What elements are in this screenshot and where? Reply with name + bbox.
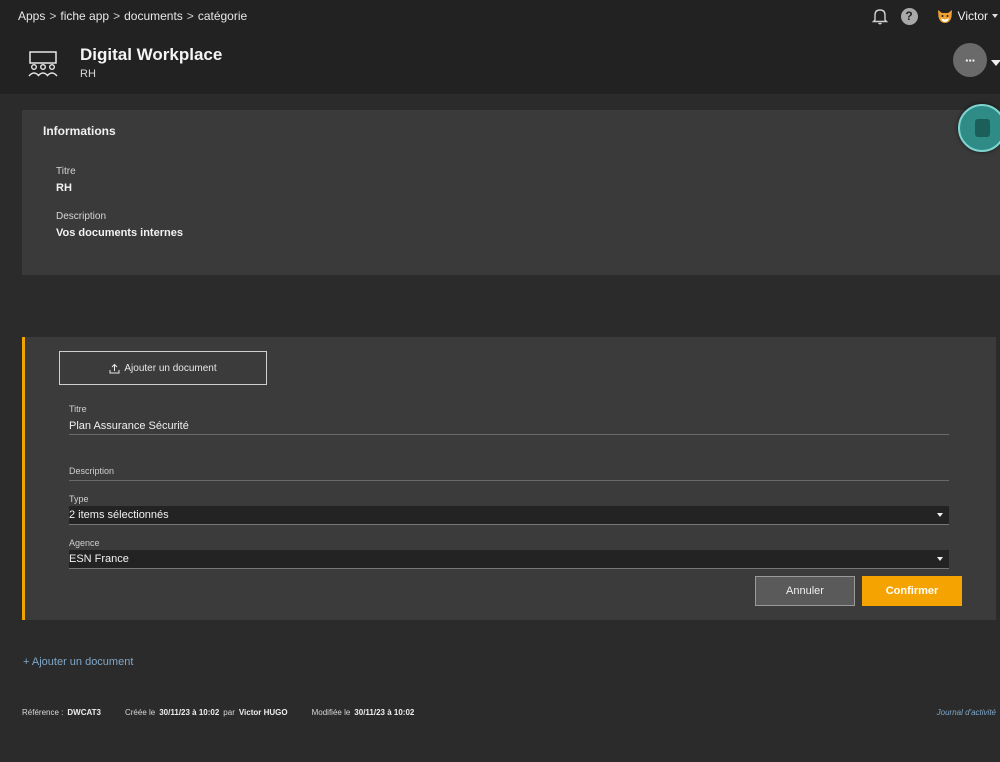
breadcrumb-documents[interactable]: documents — [124, 9, 183, 23]
page-subtitle: RH — [80, 68, 96, 80]
add-document-link[interactable]: + Ajouter un document — [23, 656, 133, 668]
agence-select-value: ESN France — [69, 553, 129, 565]
chevron-down-icon — [937, 513, 943, 517]
informations-card: Informations Titre RH Description Vos do… — [22, 110, 1000, 275]
created-by-label: par — [223, 708, 235, 717]
breadcrumb-separator: > — [49, 9, 57, 23]
cancel-button[interactable]: Annuler — [755, 576, 855, 606]
group-icon — [28, 51, 58, 77]
add-document-button[interactable]: Ajouter un document — [59, 351, 267, 385]
chevron-down-icon — [937, 557, 943, 561]
titre-label: Titre — [56, 166, 76, 177]
breadcrumb: Apps > fiche app > documents > catégorie — [18, 9, 247, 23]
breadcrumb-separator: > — [186, 9, 194, 23]
reference-value: DWCAT3 — [67, 708, 101, 717]
add-document-label: Ajouter un document — [124, 362, 217, 374]
reference-label: Référence : — [22, 708, 64, 717]
type-field-label: Type — [69, 494, 89, 504]
document-icon — [975, 119, 990, 137]
user-name[interactable]: Victor — [958, 9, 988, 23]
chevron-down-icon[interactable] — [992, 14, 998, 18]
created-label: Créée le — [124, 708, 156, 717]
description-value: Vos documents internes — [56, 227, 183, 239]
activity-log-link[interactable]: Journal d'activité — [937, 708, 996, 717]
created-value: 30/11/23 à 10:02 — [159, 708, 220, 717]
top-right-actions: ? Victor — [869, 5, 1000, 27]
informations-title: Informations — [43, 124, 116, 138]
footer-metadata: Référence : DWCAT3 Créée le 30/11/23 à 1… — [22, 708, 414, 717]
page-title: Digital Workplace — [80, 45, 223, 64]
created-by-value: Victor HUGO — [238, 708, 288, 717]
type-select[interactable]: 2 items sélectionnés — [69, 506, 949, 525]
help-icon[interactable]: ? — [900, 7, 918, 25]
description-input[interactable] — [69, 463, 949, 481]
breadcrumb-fiche-app[interactable]: fiche app — [60, 9, 109, 23]
breadcrumb-separator: > — [113, 9, 121, 23]
modified-value: 30/11/23 à 10:02 — [354, 708, 415, 717]
titre-input[interactable]: Plan Assurance Sécurité — [69, 417, 949, 435]
breadcrumb-apps[interactable]: Apps — [18, 9, 45, 23]
breadcrumb-categorie: catégorie — [197, 9, 248, 23]
agence-select[interactable]: ESN France — [69, 550, 949, 569]
description-label: Description — [56, 211, 107, 222]
avatar[interactable] — [936, 7, 954, 25]
modified-label: Modifiée le — [311, 708, 351, 717]
floating-action-button[interactable] — [958, 104, 1000, 152]
upload-icon — [109, 363, 120, 373]
titre-value: RH — [56, 182, 72, 194]
chevron-down-icon[interactable] — [991, 60, 1000, 66]
top-bar: Apps > fiche app > documents > catégorie… — [0, 0, 1000, 94]
agence-field-label: Agence — [69, 538, 100, 548]
titre-field-label: Titre — [69, 404, 87, 414]
bell-icon[interactable] — [869, 5, 891, 27]
confirm-button[interactable]: Confirmer — [862, 576, 962, 606]
type-select-value: 2 items sélectionnés — [69, 509, 169, 521]
more-options-button[interactable]: ··· — [953, 43, 987, 77]
document-form: Ajouter un document Titre Plan Assurance… — [22, 337, 996, 620]
